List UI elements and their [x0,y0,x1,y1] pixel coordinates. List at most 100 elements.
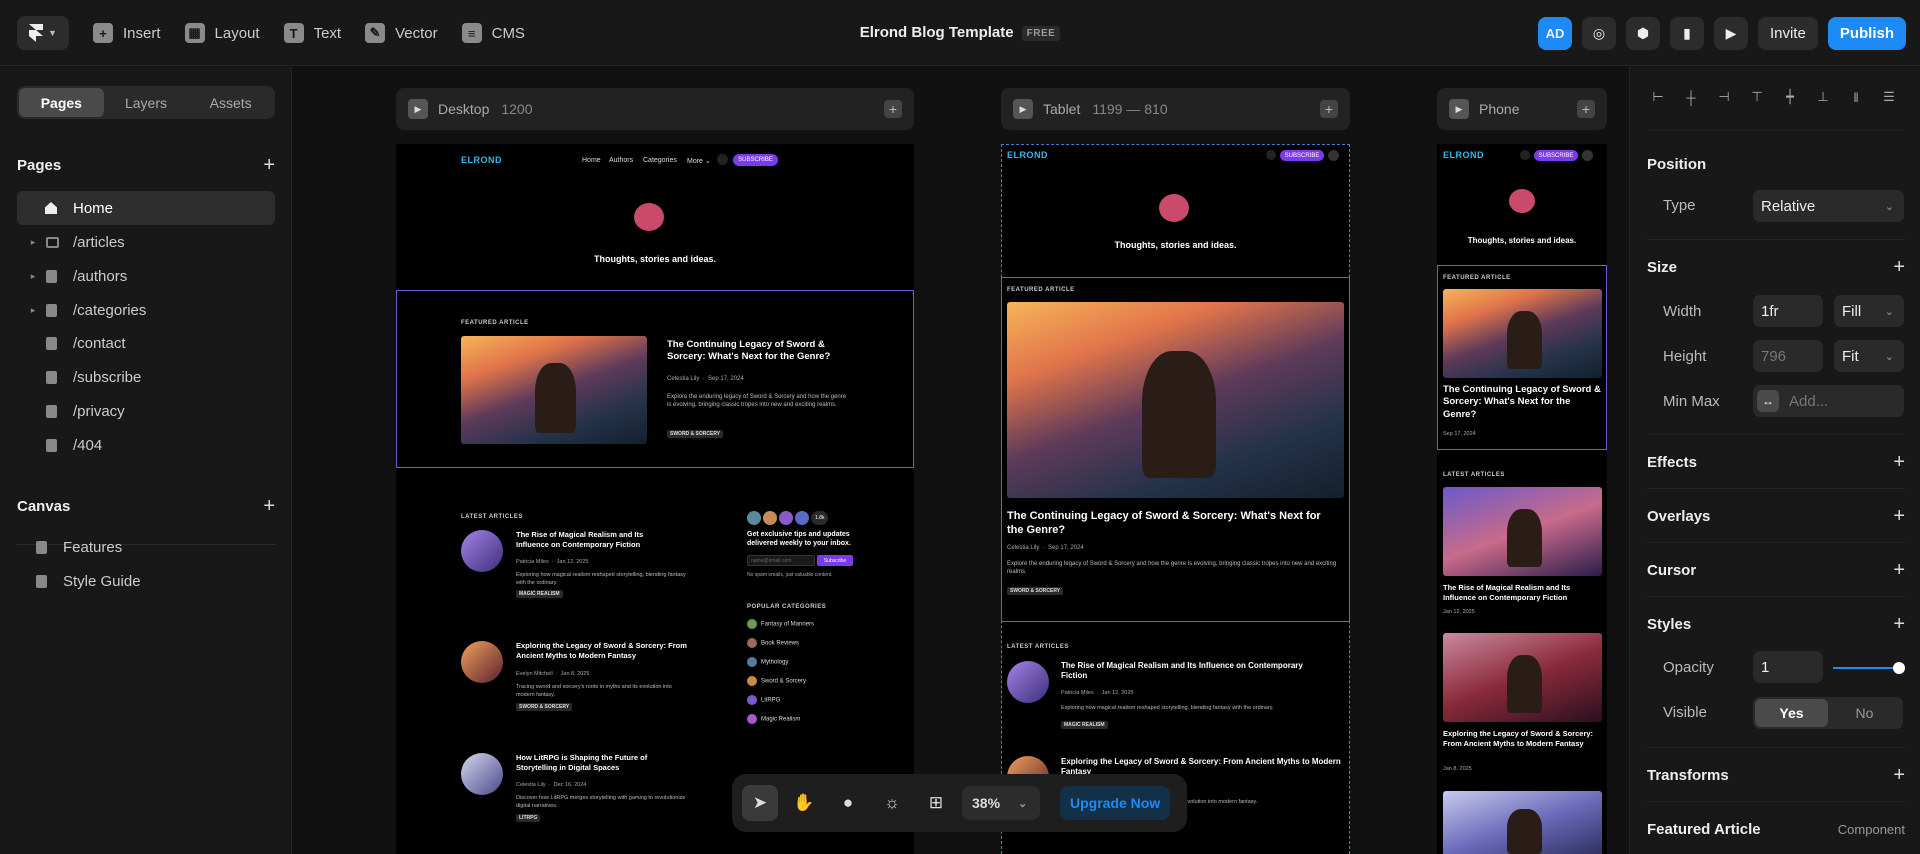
page-item-authors[interactable]: ▸ /authors [17,259,275,293]
search-icon[interactable] [1266,150,1276,160]
nav-more[interactable]: More ⌄ [687,157,711,165]
align-left-icon[interactable]: ⊢ [1650,89,1666,105]
add-overlay-icon[interactable]: + [1893,505,1905,528]
featured-article-image[interactable] [461,336,647,444]
nav-home[interactable]: Home [582,157,601,164]
overlays-heading[interactable]: Overlays + [1647,505,1905,528]
subscribe-button[interactable]: SUBSCRIBE [1280,150,1324,161]
page-item-home[interactable]: Home [17,191,275,225]
align-top-icon[interactable]: ⊤ [1749,89,1765,105]
analytics-icon[interactable]: ▮ [1669,17,1704,50]
align-right-icon[interactable]: ⊣ [1716,89,1732,105]
add-size-icon[interactable]: + [1893,256,1905,279]
article-tag[interactable]: MAGIC REALISM [1061,721,1108,729]
article-title[interactable]: The Rise of Magical Realism and Its Infl… [1061,661,1331,682]
visible-no-option[interactable]: No [1828,699,1901,727]
distribute-h-icon[interactable]: ‖ [1848,89,1864,105]
tablet-frame-header[interactable]: ▶ Tablet 1199 — 810 + [1001,88,1350,130]
article-title[interactable]: The Rise of Magical Realism and Its Infl… [1443,583,1603,603]
slider-knob[interactable] [1893,662,1905,674]
tab-layers[interactable]: Layers [104,88,189,117]
article-author[interactable]: Celestia Lily [516,782,546,788]
article-title[interactable]: The Rise of Magical Realism and Its Infl… [516,530,676,550]
styles-heading[interactable]: Styles + [1647,613,1905,635]
add-cursor-icon[interactable]: + [1893,559,1905,582]
phone-frame[interactable]: ELROND SUBSCRIBE Thoughts, stories and i… [1437,144,1607,854]
featured-tag[interactable]: SWORD & SORCERY [1007,587,1064,595]
newsletter-email-input[interactable]: name@email.com [747,555,815,566]
featured-article-image[interactable] [1443,289,1602,378]
featured-article-image[interactable] [1007,302,1344,498]
add-transform-icon[interactable]: + [1893,764,1905,787]
upgrade-button[interactable]: Upgrade Now [1060,786,1171,820]
component-heading[interactable]: Featured Article Component [1647,821,1905,838]
avatar[interactable]: AD [1537,17,1572,50]
add-breakpoint-icon[interactable]: + [1320,100,1338,118]
article-tag[interactable]: LITRPG [516,814,541,822]
article-author[interactable]: Evelyn Mitchell [516,671,553,677]
invite-button[interactable]: Invite [1757,17,1818,50]
add-page-icon[interactable]: + [263,154,275,177]
add-breakpoint-icon[interactable]: + [1577,100,1595,118]
align-center-v-icon[interactable]: ┿ [1782,89,1798,105]
article-thumbnail[interactable] [461,753,503,795]
tablet-frame[interactable]: ELROND SUBSCRIBE Thoughts, stories and i… [1001,144,1350,854]
theme-sun-icon[interactable]: ☼ [874,785,910,821]
nav-authors[interactable]: Authors [609,157,633,164]
resize-horizontal-icon[interactable]: ↔ [1757,390,1779,412]
article-tag[interactable]: SWORD & SORCERY [516,703,573,711]
article-title[interactable]: Exploring the Legacy of Sword & Sorcery:… [516,641,696,661]
page-item-subscribe[interactable]: /subscribe [17,360,275,394]
globe-icon[interactable]: ◎ [1581,17,1616,50]
min-max-input[interactable]: ↔ Add... [1753,385,1904,417]
article-thumbnail[interactable] [461,530,503,572]
article-image[interactable] [1443,487,1602,576]
opacity-input[interactable]: 1 [1753,651,1823,683]
height-mode-select[interactable]: Fit ⌄ [1834,340,1904,372]
comment-icon[interactable]: ● [830,785,866,821]
hand-icon[interactable]: ✋ [786,785,822,821]
tab-assets[interactable]: Assets [188,88,273,117]
caret-right-icon[interactable]: ▸ [26,305,40,316]
search-icon[interactable] [717,154,728,165]
featured-article-title[interactable]: The Continuing Legacy of Sword & Sorcery… [667,339,857,364]
align-center-h-icon[interactable]: ┼ [1683,89,1699,105]
featured-tag[interactable]: SWORD & SORCERY [667,430,724,438]
visible-toggle[interactable]: Yes No [1753,697,1903,729]
preview-play-icon[interactable]: ▶ [1713,17,1748,50]
featured-author[interactable]: Celestia Lily [1007,545,1039,551]
publish-button[interactable]: Publish [1827,17,1906,50]
canvas-item-features[interactable]: Features [17,530,275,564]
category-item[interactable]: Sword & Sorcery [747,676,814,686]
featured-article-title[interactable]: The Continuing Legacy of Sword & Sorcery… [1007,509,1337,538]
transforms-heading[interactable]: Transforms + [1647,764,1905,787]
canvas-item-style-guide[interactable]: Style Guide [17,564,275,598]
play-icon[interactable]: ▶ [1013,99,1033,119]
nav-categories[interactable]: Categories [643,157,677,164]
article-title[interactable]: Exploring the Legacy of Sword & Sorcery:… [1443,729,1603,749]
menu-icon[interactable] [1328,150,1339,161]
align-bottom-icon[interactable]: ⊥ [1815,89,1831,105]
category-item[interactable]: LitRPG [747,695,814,705]
position-type-select[interactable]: Relative ⌄ [1753,190,1904,222]
article-author[interactable]: Patricia Miles [1061,690,1094,696]
select-cursor-icon[interactable]: ➤ [742,785,778,821]
desktop-frame-header[interactable]: ▶ Desktop 1200 + [396,88,914,130]
play-icon[interactable]: ▶ [1449,99,1469,119]
category-item[interactable]: Fantasy of Manners [747,619,814,629]
newsletter-subscribe-button[interactable]: Subscribe [817,555,853,566]
subscribe-button[interactable]: SUBSCRIBE [1534,150,1578,161]
opacity-slider[interactable] [1833,662,1905,674]
featured-article-title[interactable]: The Continuing Legacy of Sword & Sorcery… [1443,384,1603,421]
caret-right-icon[interactable]: ▸ [26,237,40,248]
settings-icon[interactable]: ⬢ [1625,17,1660,50]
search-icon[interactable] [1520,150,1530,160]
cursor-heading[interactable]: Cursor + [1647,559,1905,582]
page-item-404[interactable]: /404 [17,428,275,462]
article-author[interactable]: Patricia Miles [516,559,549,565]
category-item[interactable]: Mythology [747,657,814,667]
add-canvas-icon[interactable]: + [263,495,275,518]
featured-author[interactable]: Celestia Lily [667,376,699,382]
article-tag[interactable]: MAGIC REALISM [516,590,563,598]
category-item[interactable]: Magic Realism [747,714,814,724]
